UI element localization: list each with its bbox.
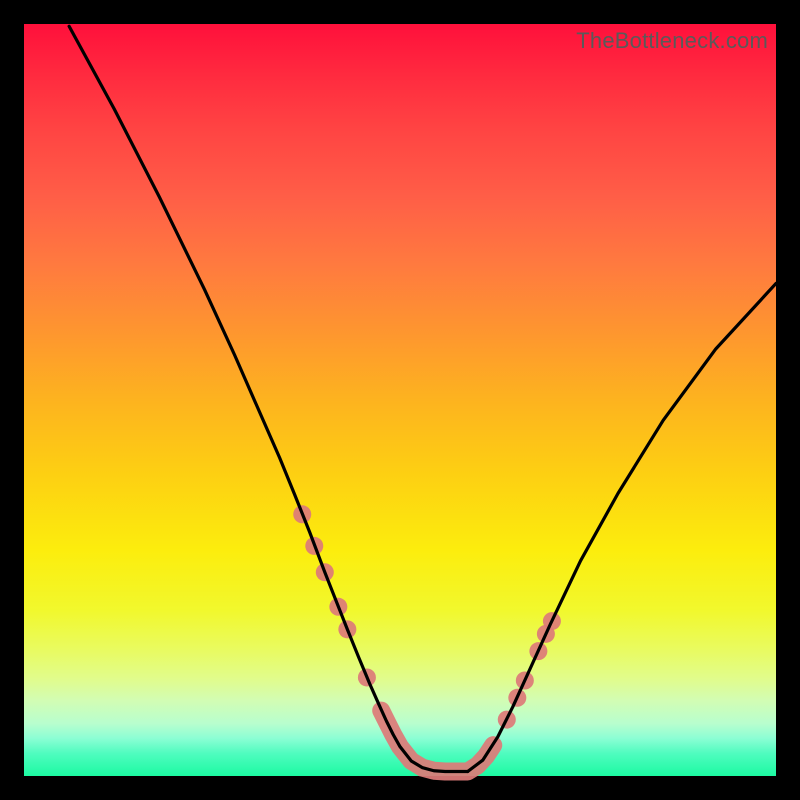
left-curve bbox=[69, 26, 468, 771]
plot-area: TheBottleneck.com bbox=[24, 24, 776, 776]
chart-svg bbox=[24, 24, 776, 776]
chart-frame: TheBottleneck.com bbox=[0, 0, 800, 800]
